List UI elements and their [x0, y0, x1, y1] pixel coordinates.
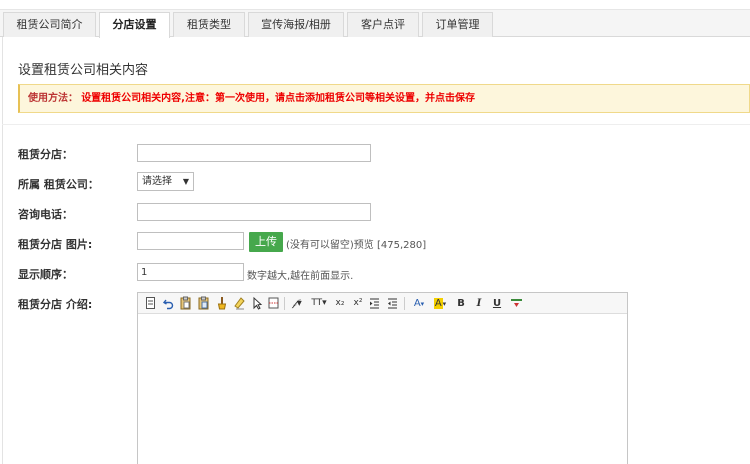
tab-company-intro[interactable]: 租赁公司简介	[3, 12, 96, 37]
page-title: 设置租赁公司相关内容	[18, 63, 149, 78]
clear-format-icon[interactable]	[234, 296, 245, 311]
chevron-down-icon: ▼	[182, 177, 189, 186]
upload-button[interactable]: 上传	[249, 232, 283, 252]
notice-label: 使用方法：	[28, 93, 78, 104]
display-order-input[interactable]	[137, 263, 244, 281]
tab-branch-settings[interactable]: 分店设置	[99, 12, 170, 38]
company-select[interactable]: 请选择 ▼	[137, 172, 194, 191]
divider	[2, 124, 750, 125]
source-code-icon[interactable]	[145, 296, 156, 311]
font-size-glyph: TT	[311, 298, 323, 308]
italic-icon[interactable]: I	[474, 296, 484, 311]
indent-icon[interactable]	[369, 296, 380, 311]
superscript-icon[interactable]: x²	[352, 296, 364, 311]
rich-text-editor: 𝒻▾ TT▾ x₂ x² A▾ A▾ B I U	[137, 292, 628, 464]
tab-rental-types[interactable]: 租赁类型	[173, 12, 245, 37]
image-hint: (没有可以留空)预览 [475,280]	[286, 240, 427, 251]
outdent-icon[interactable]	[387, 296, 398, 311]
tab-bar: 租赁公司简介 分店设置 租赁类型 宣传海报/相册 客户点评 订单管理	[0, 10, 750, 38]
tab-order-management[interactable]: 订单管理	[422, 12, 493, 37]
phone-label: 咨询电话：	[18, 208, 73, 221]
notice-text: 设置租赁公司相关内容,注意：第一次使用，请点击添加租赁公司等相关设置，并点击保存	[81, 93, 475, 104]
paste-text-icon[interactable]	[198, 296, 209, 311]
font-color-glyph: A	[413, 298, 421, 309]
page-break-icon[interactable]	[268, 296, 279, 311]
undo-icon[interactable]	[163, 296, 174, 311]
intro-label: 租赁分店 介绍:	[18, 298, 93, 311]
select-all-icon[interactable]	[252, 296, 263, 311]
phone-input[interactable]	[137, 203, 371, 221]
branch-name-label: 租赁分店：	[18, 148, 73, 161]
insert-line-icon[interactable]	[510, 296, 522, 311]
company-label: 所属 租赁公司：	[18, 178, 99, 191]
bold-icon[interactable]: B	[456, 296, 466, 311]
tab-customer-reviews[interactable]: 客户点评	[347, 12, 419, 37]
usage-notice: 使用方法： 设置租赁公司相关内容,注意：第一次使用，请点击添加租赁公司等相关设置…	[18, 84, 750, 113]
display-order-label: 显示顺序：	[18, 268, 73, 281]
font-family-glyph: 𝒻	[292, 298, 297, 309]
company-select-value: 请选择	[142, 176, 172, 187]
editor-toolbar: 𝒻▾ TT▾ x₂ x² A▾ A▾ B I U	[138, 293, 627, 314]
top-strip	[0, 0, 750, 10]
highlight-color-icon[interactable]: A▾	[432, 296, 448, 311]
tab-posters-album[interactable]: 宣传海报/相册	[248, 12, 344, 37]
underline-icon[interactable]: U	[492, 296, 502, 311]
paste-icon[interactable]	[180, 296, 191, 311]
format-brush-icon[interactable]	[216, 296, 227, 311]
highlight-glyph: A	[433, 298, 443, 309]
subscript-icon[interactable]: x₂	[334, 296, 346, 311]
image-path-input[interactable]	[137, 232, 244, 250]
toolbar-separator	[284, 297, 285, 310]
font-family-icon[interactable]: 𝒻▾	[288, 296, 306, 311]
font-size-icon[interactable]: TT▾	[310, 296, 328, 311]
toolbar-separator	[404, 297, 405, 310]
font-color-icon[interactable]: A▾	[411, 296, 427, 311]
branch-name-input[interactable]	[137, 144, 371, 162]
image-label: 租赁分店 图片:	[18, 238, 93, 251]
display-order-hint: 数字越大,越在前面显示.	[247, 271, 354, 282]
